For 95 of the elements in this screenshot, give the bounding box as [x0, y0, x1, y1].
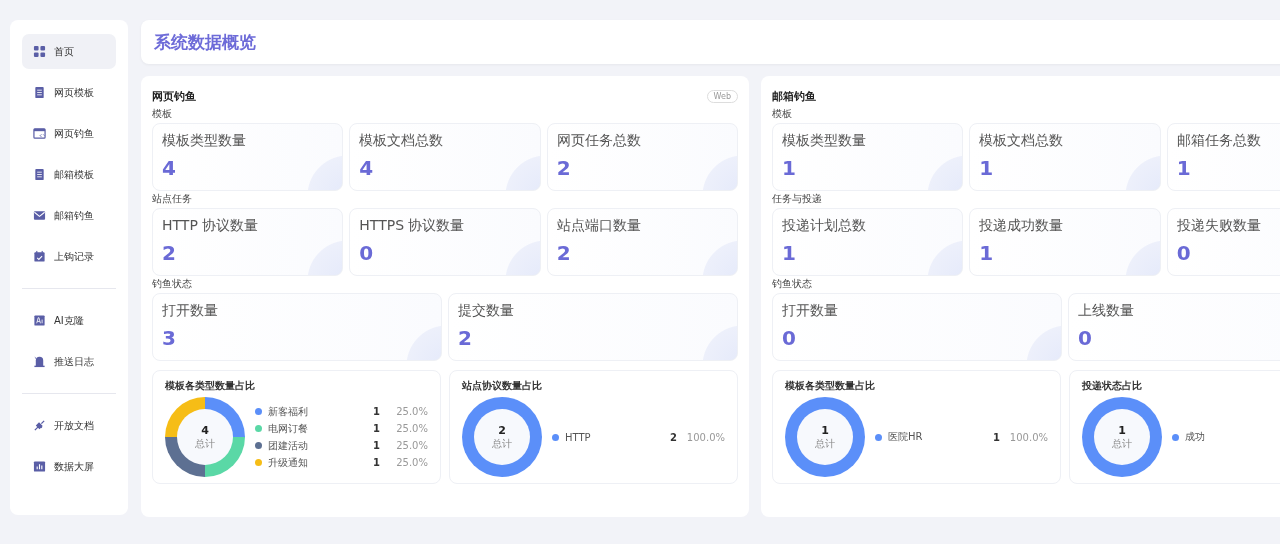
stat-value: 1	[782, 156, 797, 180]
sidebar-item[interactable]: AI克隆	[22, 303, 116, 338]
chart-title: 模板各类型数量占比	[785, 379, 876, 393]
sidebar-item[interactable]: 邮箱模板	[22, 157, 116, 192]
legend-label: 医院HR	[888, 430, 924, 444]
sidebar-item[interactable]: 数据大屏	[22, 449, 116, 484]
stat-value: 2	[556, 241, 572, 265]
stat-value: 0	[359, 241, 375, 265]
stat-label: 上线数量	[1078, 302, 1135, 320]
legend-percent: 100.0%	[685, 431, 725, 443]
stat-label: 提交数量	[458, 302, 515, 320]
bell-icon	[33, 355, 46, 368]
stat-value: 1	[979, 156, 995, 180]
stat-label: 投递失败数量	[1176, 217, 1262, 235]
sidebar-item[interactable]: 网页模板	[22, 75, 116, 110]
chart-title: 站点协议数量占比	[462, 379, 543, 393]
mail-icon	[33, 209, 46, 222]
stat-label: 模板类型数量	[782, 132, 867, 150]
legend-label: 新客福利	[268, 404, 309, 419]
chart-total: 1	[821, 423, 829, 437]
panel-title: 邮箱钓鱼	[772, 88, 816, 104]
sidebar-item[interactable]: 开放文档	[22, 408, 116, 443]
legend-label: 成功	[1185, 430, 1206, 444]
stat-label: 站点端口数量	[556, 217, 642, 235]
stat-label: 模板文档总数	[359, 132, 445, 150]
section-label: 钓鱼状态	[772, 278, 813, 290]
chart-total: 2	[498, 423, 506, 437]
legend-label: HTTP	[565, 431, 592, 443]
section-label: 站点任务	[152, 193, 193, 205]
legend-count: 1	[373, 406, 380, 417]
stat-label: 邮箱任务总数	[1176, 132, 1262, 150]
chart-title: 投递状态占比	[1082, 379, 1143, 393]
legend-percent: 25.0%	[395, 457, 428, 468]
sidebar-item[interactable]: 上钩记录	[22, 239, 116, 274]
stat-value: 3	[162, 326, 177, 350]
legend-label: 团建活动	[268, 438, 309, 453]
chart-total-label: 总计	[1112, 436, 1132, 451]
calendar-check-icon	[33, 250, 46, 263]
legend-count: 1	[373, 457, 380, 468]
stat-value: 2	[458, 326, 473, 350]
page-title: 系统数据概览	[154, 30, 256, 54]
stat-label: 打开数量	[782, 302, 839, 320]
stat-value: 2	[162, 241, 177, 265]
legend-count: 1	[373, 423, 380, 434]
chart-total: 1	[1118, 423, 1126, 437]
stat-value: 2	[556, 156, 572, 180]
stat-label: 投递计划总数	[782, 217, 867, 235]
legend-percent: 25.0%	[395, 440, 428, 451]
stat-value: 4	[162, 156, 177, 180]
ai-icon	[33, 314, 46, 327]
sidebar-item[interactable]: 推送日志	[22, 344, 116, 379]
legend-percent: 100.0%	[1008, 431, 1048, 443]
section-label: 模板	[152, 108, 173, 120]
browser-code-icon	[33, 127, 46, 140]
section-label: 钓鱼状态	[152, 278, 193, 290]
chart-title: 模板各类型数量占比	[165, 379, 256, 393]
stat-value: 1	[979, 241, 995, 265]
legend-count: 1	[993, 431, 1000, 443]
chart-center-disc	[474, 409, 530, 465]
legend-label: 电网订餐	[268, 421, 309, 436]
sidebar-item[interactable]: 首页	[22, 34, 116, 69]
bar-chart-icon	[33, 460, 46, 473]
section-label: 任务与投递	[772, 193, 823, 205]
chart-total-label: 总计	[492, 436, 512, 451]
legend-percent: 25.0%	[395, 423, 428, 434]
legend-label: 升级通知	[268, 455, 309, 470]
stat-label: HTTP 协议数量	[162, 217, 260, 235]
grid-icon	[33, 45, 46, 58]
chart-total: 4	[201, 423, 209, 437]
stat-label: 投递成功数量	[979, 217, 1065, 235]
stat-label: 网页任务总数	[556, 132, 642, 150]
stat-value: 0	[782, 326, 797, 350]
stat-value: 0	[1078, 326, 1093, 350]
stat-label: HTTPS 协议数量	[359, 217, 466, 235]
document-icon	[33, 168, 46, 181]
legend-count: 2	[670, 431, 677, 443]
chart-center-disc	[177, 409, 233, 465]
chart-center-disc	[1094, 409, 1150, 465]
legend-percent: 25.0%	[395, 406, 428, 417]
sidebar-item[interactable]: 网页钓鱼	[22, 116, 116, 151]
panel-title: 网页钓鱼	[152, 88, 196, 104]
chart-center-disc	[797, 409, 853, 465]
stat-label: 模板文档总数	[979, 132, 1065, 150]
stat-value: 1	[782, 241, 797, 265]
section-label: 模板	[772, 108, 793, 120]
stat-label: 模板类型数量	[162, 132, 247, 150]
stat-value: 4	[359, 156, 375, 180]
legend-count: 1	[373, 440, 380, 451]
plug-icon	[33, 419, 46, 432]
stat-value: 1	[1176, 156, 1192, 180]
document-icon	[33, 86, 46, 99]
sidebar-item[interactable]: 邮箱钓鱼	[22, 198, 116, 233]
stat-value: 0	[1176, 241, 1192, 265]
stat-label: 打开数量	[162, 302, 219, 320]
chart-total-label: 总计	[815, 436, 835, 451]
